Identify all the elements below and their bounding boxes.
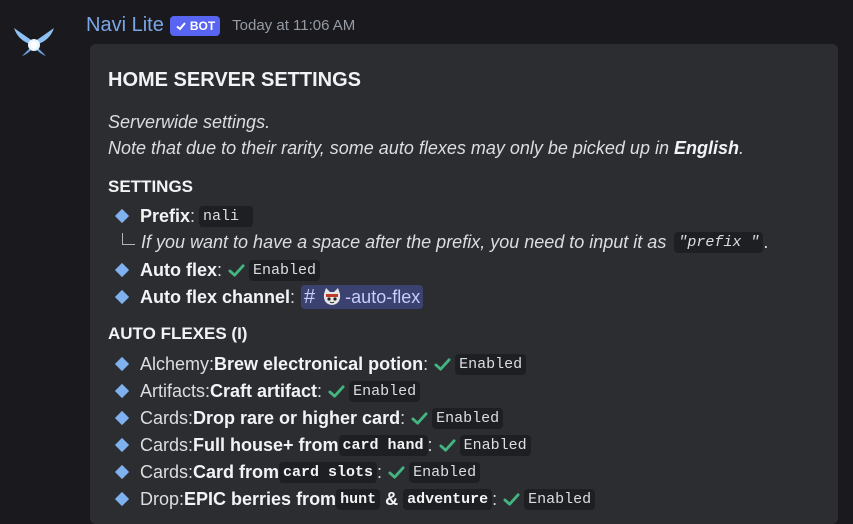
item-name: Card from [193, 461, 280, 482]
item-status: Enabled [349, 380, 421, 402]
item-category: Cards: [140, 434, 194, 455]
bot-badge-label: BOT [189, 18, 216, 33]
desc-text: Note that due to their rarity, some auto… [108, 138, 674, 158]
item-category: Cards: [140, 461, 194, 482]
bot-badge: BOT [169, 15, 221, 36]
item-status: Enabled [459, 434, 531, 456]
tree-branch-icon [122, 233, 135, 245]
bullet-diamond-icon [114, 410, 130, 426]
auto-flex-label: Auto flex [140, 259, 218, 280]
bot-avatar-fairy-icon[interactable] [10, 18, 58, 62]
author-name[interactable]: Navi Lite [86, 14, 164, 37]
prefix-note-code: "prefix " [674, 231, 764, 253]
item-category: Cards: [140, 407, 194, 428]
prefix-value: nali [199, 205, 254, 227]
bullet-diamond-icon [114, 383, 130, 399]
prefix-note-end: . [763, 231, 769, 252]
colon: : [400, 407, 406, 428]
embed-card: HOME SERVER SETTINGS Serverwide settings… [90, 44, 838, 524]
channel-name: -auto-flex [345, 286, 421, 307]
item-status: Enabled [409, 461, 481, 483]
bullet-diamond-icon [114, 437, 130, 453]
check-mark-icon [388, 465, 405, 479]
message-timestamp[interactable]: Today at 11:06 AM [232, 17, 355, 34]
prefix-note-text: If you want to have a space after the pr… [141, 231, 667, 252]
item-name: Full house+ from [193, 434, 339, 455]
desc-bold-english: English [673, 138, 739, 158]
setting-prefix-note: If you want to have a space after the pr… [118, 229, 768, 255]
auto-flex-channel-label: Auto flex channel [140, 286, 291, 307]
check-mark-icon [228, 263, 245, 277]
check-mark-icon [434, 357, 451, 371]
auto-flex-item: Artifacts: Craft artifact: Enabled [114, 378, 421, 404]
colon: : [290, 286, 296, 307]
prefix-label: Prefix [140, 205, 191, 226]
embed-description-line2: Note that due to their rarity, some auto… [108, 138, 744, 159]
item-code: hunt [336, 488, 381, 510]
item-ampersand: & [380, 488, 404, 509]
auto-flex-item: Alchemy: Brew electronical potion: Enabl… [114, 351, 527, 377]
setting-auto-flex: Auto flex: Enabled [114, 257, 321, 283]
bullet-diamond-icon [114, 464, 130, 480]
auto-flex-item: Cards: Full house+ from card hand: Enabl… [114, 432, 531, 458]
item-code: card slots [279, 461, 378, 483]
item-status: Enabled [432, 407, 504, 429]
bullet-diamond-icon [114, 262, 130, 278]
setting-auto-flex-channel: Auto flex channel: # -auto-flex [114, 284, 424, 310]
colon: : [217, 259, 223, 280]
message-header: Navi Lite BOT Today at 11:06 AM [86, 10, 355, 40]
item-name: EPIC berries from [184, 488, 337, 509]
colon: : [190, 205, 196, 226]
auto-flex-item: Cards: Card from card slots: Enabled [114, 459, 481, 485]
colon: : [492, 488, 498, 509]
colon: : [423, 353, 429, 374]
item-code: card hand [338, 434, 428, 456]
check-mark-icon [503, 492, 520, 506]
check-mark-icon [439, 438, 456, 452]
item-category: Drop: [140, 488, 185, 509]
settings-heading: SETTINGS [108, 177, 194, 196]
cat-emoji-icon [324, 288, 341, 305]
channel-hash-icon: # [304, 285, 316, 308]
item-category: Artifacts: [140, 380, 211, 401]
item-name: Craft artifact [210, 380, 318, 401]
item-code: adventure [403, 488, 493, 510]
auto-flex-item: Drop: EPIC berries from hunt & adventure… [114, 486, 596, 512]
auto-flex-item: Cards: Drop rare or higher card: Enabled [114, 405, 504, 431]
colon: : [427, 434, 433, 455]
colon: : [317, 380, 323, 401]
item-status: Enabled [455, 353, 527, 375]
check-mark-icon [411, 411, 428, 425]
item-name: Drop rare or higher card [193, 407, 401, 428]
auto-flex-status: Enabled [249, 259, 321, 281]
auto-flexes-heading: AUTO FLEXES (I) [108, 324, 248, 343]
verified-check-icon [176, 21, 186, 30]
item-status: Enabled [524, 488, 596, 510]
item-category: Alchemy: [140, 353, 215, 374]
bullet-diamond-icon [114, 208, 130, 224]
channel-mention[interactable]: # -auto-flex [301, 285, 424, 309]
item-name: Brew electronical potion [214, 353, 424, 374]
check-mark-icon [328, 384, 345, 398]
bullet-diamond-icon [114, 356, 130, 372]
setting-prefix: Prefix: nali [114, 203, 254, 229]
embed-title: HOME SERVER SETTINGS [108, 69, 362, 91]
colon: : [377, 461, 383, 482]
desc-period: . [738, 138, 744, 158]
embed-description-line1: Serverwide settings. [108, 112, 271, 132]
bullet-diamond-icon [114, 289, 130, 305]
